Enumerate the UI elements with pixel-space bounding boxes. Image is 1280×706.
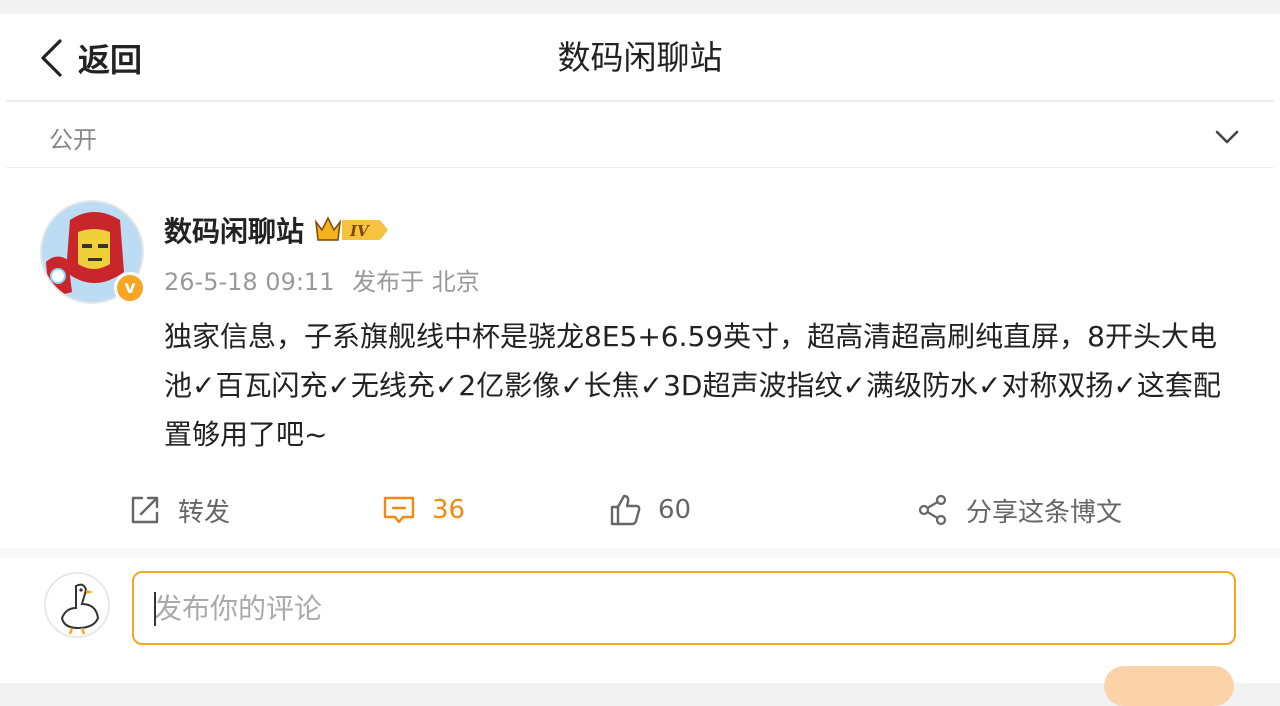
post-location: 发布于 北京 [352, 268, 480, 296]
verified-badge: v [114, 272, 146, 304]
level-badge-text: IV [349, 222, 370, 240]
author-avatar[interactable]: v [40, 200, 146, 304]
repost-icon [131, 496, 159, 524]
comment-icon [383, 496, 415, 524]
chevron-down-icon [1215, 130, 1239, 144]
comment-button[interactable]: 36 [382, 486, 465, 534]
section-divider [0, 548, 1280, 558]
visibility-label: 公开 [49, 126, 97, 154]
like-icon [610, 494, 641, 526]
repost-label: 转发 [178, 497, 231, 528]
visibility-selector[interactable]: 公开 [6, 104, 1274, 168]
action-bar: 转发 36 60 分享这条博文 [6, 486, 1274, 534]
comment-count: 36 [432, 495, 466, 525]
app-frame: 返回 数码闲聊站 公开 v 数码闲聊站 IV 26-5-18 09:11 发布于… [0, 0, 1280, 706]
repost-button[interactable]: 转发 [128, 486, 230, 534]
post-meta: 26-5-18 09:11 发布于 北京 [164, 262, 480, 297]
top-nav-bar: 返回 数码闲聊站 [6, 14, 1274, 102]
comment-composer [0, 558, 1280, 706]
share-button[interactable]: 分享这条博文 [916, 486, 1122, 534]
crown-badge-icon: IV [314, 216, 389, 241]
status-band [0, 0, 1280, 14]
page-title: 数码闲聊站 [557, 38, 723, 77]
text-caret [154, 592, 156, 626]
like-count: 60 [658, 495, 692, 525]
comment-input[interactable] [132, 571, 1236, 645]
current-user-avatar[interactable] [44, 572, 110, 638]
post-time: 26-5-18 09:11 [164, 268, 335, 296]
author-name[interactable]: 数码闲聊站 [164, 210, 304, 250]
share-icon [918, 494, 947, 526]
share-label: 分享这条博文 [966, 497, 1123, 528]
post-content: 独家信息，子系旗舰线中杯是骁龙8E5+6.59英寸，超高清超高刷纯直屏，8开头大… [164, 320, 1221, 451]
send-button[interactable] [1104, 666, 1234, 706]
author-row: 数码闲聊站 IV [164, 210, 390, 250]
like-button[interactable]: 60 [608, 486, 691, 534]
